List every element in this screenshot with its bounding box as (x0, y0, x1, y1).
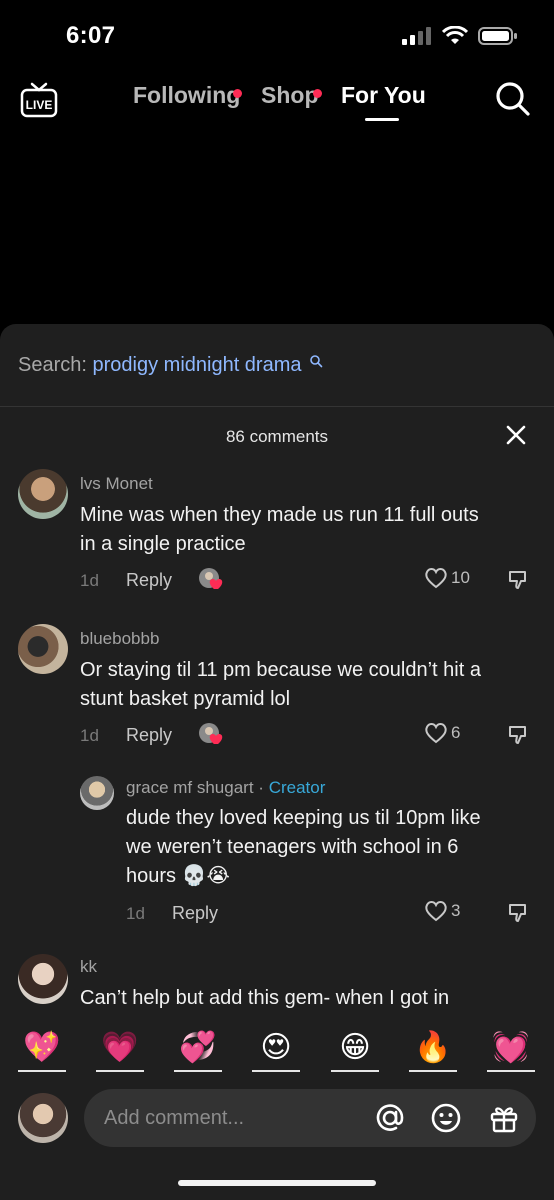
thumbs-down-icon (509, 726, 526, 744)
comment-count: 86 comments (225, 427, 329, 446)
my-avatar[interactable] (18, 1093, 68, 1143)
comment-username[interactable]: kk (80, 957, 97, 977)
smiley-icon (431, 1103, 461, 1133)
heart-icon (425, 901, 447, 922)
comment-text-line: Mine was when they made us run 11 full o… (80, 504, 479, 526)
creator-liked-icon (199, 568, 223, 589)
heart-icon (425, 723, 447, 744)
emoji-button[interactable]: 🔥 (409, 1028, 457, 1072)
gift-button[interactable] (488, 1102, 520, 1139)
at-icon (376, 1104, 404, 1131)
dislike-button[interactable] (508, 724, 530, 751)
comment-text-line: Can’t help but add this gem- when I got … (80, 987, 450, 1009)
live-button[interactable]: LIVE (20, 80, 58, 125)
avatar[interactable] (18, 624, 68, 674)
comment-text-line: in a single practice (80, 533, 246, 555)
comment-text-line: Or staying til 11 pm because we couldn’t… (80, 659, 481, 681)
comment-date: 1d (126, 904, 145, 923)
tab-shop[interactable]: Shop (261, 82, 319, 109)
comment-username[interactable]: bluebobbb (80, 629, 159, 649)
like-count: 10 (451, 568, 470, 587)
dislike-button[interactable] (508, 902, 530, 929)
separator: · (258, 778, 264, 797)
live-label: LIVE (26, 98, 53, 112)
reply-button[interactable]: Reply (172, 903, 218, 924)
gift-icon (490, 1107, 518, 1133)
like-button[interactable]: 3 (424, 900, 460, 922)
active-tab-indicator (365, 118, 399, 121)
tab-following[interactable]: Following (133, 82, 240, 109)
home-indicator (178, 1180, 376, 1186)
battery-icon (478, 27, 517, 45)
comment-item: lvs Monet Mine was when they made us run… (0, 469, 554, 599)
reply-username-line: grace mf shugart · Creator (126, 778, 325, 798)
comment-text: Can’t help but add this gem- when I got … (80, 984, 449, 1013)
status-time: 6:07 (66, 22, 116, 49)
signal-icon (402, 27, 431, 45)
reply-button[interactable]: Reply (126, 725, 172, 746)
emoji-quick-bar: 💖 💗 💞 😍 😁 🔥 💓 (0, 1028, 554, 1074)
emoji-button[interactable]: 😁 (331, 1028, 379, 1072)
avatar[interactable] (18, 954, 68, 1004)
comment-text: dude they loved keeping us til 10pm like… (126, 804, 481, 891)
tab-for-you[interactable]: For You (341, 82, 426, 109)
reply-item: grace mf shugart · Creator dude they lov… (0, 774, 554, 934)
live-tv-icon: LIVE (20, 82, 58, 118)
comment-text: Or staying til 11 pm because we couldn’t… (80, 656, 481, 714)
dislike-button[interactable] (508, 569, 530, 596)
comment-item: bluebobbb Or staying til 11 pm because w… (0, 624, 554, 754)
comment-input-bar (0, 1086, 554, 1156)
avatar[interactable] (80, 776, 114, 810)
comment-text: Mine was when they made us run 11 full o… (80, 501, 479, 559)
creator-badge: Creator (268, 778, 326, 797)
mention-button[interactable] (374, 1102, 406, 1139)
emoji-button[interactable]: 💓 (487, 1028, 535, 1072)
comment-text-line: stunt basket pyramid lol (80, 688, 291, 710)
comment-text-line: we weren’t teenagers with school in 6 (126, 836, 459, 858)
emoji-picker-button[interactable] (430, 1102, 462, 1139)
reply-button[interactable]: Reply (126, 570, 172, 591)
related-search[interactable]: Search: prodigy midnight drama (18, 354, 323, 377)
close-button[interactable] (505, 424, 527, 451)
search-button[interactable] (494, 80, 532, 123)
comment-text-line: dude they loved keeping us til 10pm like (126, 807, 481, 829)
emoji-button[interactable]: 💞 (174, 1028, 222, 1072)
creator-liked-icon (199, 723, 223, 744)
like-button[interactable]: 6 (424, 722, 460, 744)
comment-username[interactable]: lvs Monet (80, 474, 153, 494)
search-small-icon (310, 355, 323, 368)
emoji-button[interactable]: 💗 (96, 1028, 144, 1072)
comment-text-line: hours 💀😭 (126, 865, 230, 887)
tab-shop-dot (313, 89, 322, 98)
like-count: 6 (451, 723, 461, 742)
avatar[interactable] (18, 469, 68, 519)
heart-icon (425, 568, 447, 589)
comment-item: kk Can’t help but add this gem- when I g… (0, 952, 554, 1012)
status-icons (402, 26, 518, 46)
wifi-icon (442, 26, 468, 44)
search-label: Search: (18, 354, 87, 376)
comment-username[interactable]: grace mf shugart (126, 778, 254, 797)
status-bar: 6:07 (0, 0, 554, 70)
comment-date: 1d (80, 726, 99, 745)
search-term-link[interactable]: prodigy midnight drama (93, 354, 302, 376)
search-icon (496, 82, 530, 116)
divider (0, 406, 554, 407)
thumbs-down-icon (509, 904, 526, 922)
comment-date: 1d (80, 571, 99, 590)
thumbs-down-icon (509, 571, 526, 589)
tab-following-dot (233, 89, 242, 98)
like-count: 3 (451, 901, 461, 920)
emoji-button[interactable]: 💖 (18, 1028, 66, 1072)
close-icon (506, 425, 526, 445)
like-button[interactable]: 10 (424, 567, 470, 589)
emoji-button[interactable]: 😍 (252, 1028, 300, 1072)
comment-input-container (84, 1089, 536, 1147)
top-nav: LIVE Following Shop For You (0, 74, 554, 130)
comment-input[interactable] (104, 1089, 354, 1147)
